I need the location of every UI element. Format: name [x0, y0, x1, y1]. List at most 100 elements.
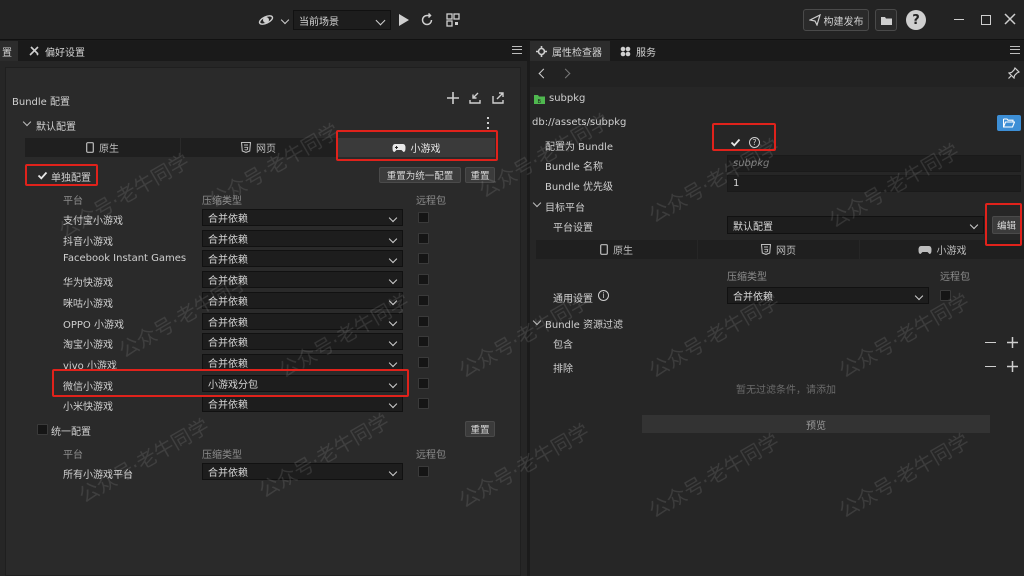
remote-checkbox[interactable]: [418, 356, 429, 368]
is-bundle-checkbox[interactable]: [730, 137, 741, 148]
tab-web-label: 网页: [256, 144, 276, 155]
include-remove-icon[interactable]: [985, 342, 996, 343]
unified-platform-header: 平台: [63, 450, 83, 461]
unified-reset-label: 重置: [470, 425, 490, 436]
compression-value: 合并依赖: [208, 214, 248, 225]
remote-checkbox[interactable]: [418, 398, 429, 410]
include-add-icon[interactable]: [1007, 337, 1018, 348]
tab-native[interactable]: 原生: [25, 138, 180, 157]
close-icon[interactable]: [1004, 13, 1016, 25]
resource-filter-label: Bundle 资源过滤: [545, 320, 623, 331]
tab-project-settings[interactable]: 置: [0, 41, 18, 61]
folder-open-icon: [1003, 118, 1015, 128]
asset-name: subpkg: [549, 93, 586, 104]
tab-preferences[interactable]: 偏好设置: [22, 41, 91, 61]
minimize-icon[interactable]: [954, 19, 964, 20]
compression-header: 压缩类型: [202, 196, 242, 207]
tab-mini-game[interactable]: 小游戏: [337, 138, 495, 157]
build-publish-button[interactable]: 构建发布: [803, 9, 869, 31]
general-compression-select[interactable]: 合并依赖: [727, 287, 929, 304]
reset-label: 重置: [470, 171, 490, 182]
remote-checkbox[interactable]: [418, 377, 429, 389]
compression-select[interactable]: 合并依赖: [202, 333, 403, 351]
table-row: 抖音小游戏 合并依赖: [6, 228, 516, 248]
individual-config-checkbox[interactable]: [37, 170, 48, 181]
priority-input[interactable]: 1: [727, 175, 1021, 192]
edit-button[interactable]: 编辑: [992, 216, 1021, 234]
right-tab-web[interactable]: 网页: [698, 240, 859, 259]
left-panel-menu-icon[interactable]: [512, 46, 522, 54]
compression-select[interactable]: 合并依赖: [202, 250, 403, 268]
collapse-target-icon[interactable]: [532, 198, 542, 208]
compression-select[interactable]: 合并依赖: [202, 209, 403, 226]
refresh-icon[interactable]: [420, 13, 434, 27]
compression-select[interactable]: 合并依赖: [202, 312, 403, 330]
unified-compression-select[interactable]: 合并依赖: [202, 463, 403, 480]
tab-native-label: 原生: [99, 144, 119, 155]
platform-settings-label: 平台设置: [553, 223, 593, 234]
scene-select[interactable]: 当前场景: [293, 10, 391, 30]
play-icon[interactable]: [398, 13, 410, 27]
scene-icon[interactable]: [258, 13, 274, 27]
is-bundle-label: 配置为 Bundle: [545, 142, 613, 153]
more-options-icon[interactable]: [487, 117, 490, 129]
compression-select[interactable]: 合并依赖: [202, 395, 403, 413]
default-config-label: 默认配置: [36, 122, 76, 133]
pin-icon[interactable]: [1008, 67, 1020, 79]
unified-reset-button[interactable]: 重置: [465, 421, 495, 437]
remote-checkbox[interactable]: [418, 336, 429, 348]
compression-select[interactable]: 合并依赖: [202, 353, 403, 371]
info-icon[interactable]: i: [598, 290, 609, 301]
tab-inspector[interactable]: 属性检查器: [530, 41, 610, 61]
exclude-add-icon[interactable]: [1007, 361, 1018, 372]
general-remote-checkbox[interactable]: [940, 290, 951, 301]
table-row: 淘宝小游戏 合并依赖: [6, 331, 516, 351]
right-tab-mini-game[interactable]: 小游戏: [860, 240, 1024, 259]
scene-select-label: 当前场景: [299, 16, 339, 28]
import-icon[interactable]: [469, 92, 481, 104]
add-icon[interactable]: [447, 92, 459, 104]
platform-name: OPPO 小游戏: [63, 319, 124, 331]
back-icon[interactable]: [538, 68, 549, 79]
svg-text:B: B: [538, 99, 542, 104]
chevron-down-icon: [969, 220, 979, 230]
remote-checkbox[interactable]: [418, 212, 429, 223]
help-circle-icon[interactable]: ?: [749, 137, 760, 148]
table-row: 咪咕小游戏 合并依赖: [6, 290, 516, 310]
platform-name: Facebook Instant Games: [63, 253, 187, 265]
reset-to-unified-button[interactable]: 重置为统一配置: [379, 167, 461, 183]
unified-remote-checkbox[interactable]: [418, 466, 429, 477]
collapse-default-config-icon[interactable]: [22, 117, 32, 127]
general-compression-value: 合并依赖: [733, 292, 773, 303]
compression-select[interactable]: 合并依赖: [202, 291, 403, 309]
preview-button[interactable]: 预览: [642, 415, 990, 433]
remote-checkbox[interactable]: [418, 274, 429, 286]
remote-checkbox[interactable]: [418, 315, 429, 327]
tab-service[interactable]: 服务: [614, 41, 662, 61]
scene-menu-chevron-icon[interactable]: [280, 15, 290, 25]
collapse-filter-icon[interactable]: [532, 316, 542, 326]
remote-checkbox[interactable]: [418, 253, 429, 265]
open-asset-folder-button[interactable]: [997, 115, 1021, 131]
right-panel-menu-icon[interactable]: [1010, 46, 1020, 54]
compression-select[interactable]: 合并依赖: [202, 271, 403, 289]
compression-value: 合并依赖: [208, 400, 248, 412]
open-folder-button[interactable]: [875, 9, 897, 31]
exclude-remove-icon[interactable]: [985, 366, 996, 367]
right-tab-native[interactable]: 原生: [536, 240, 697, 259]
remote-checkbox[interactable]: [418, 232, 429, 244]
platform-settings-select[interactable]: 默认配置: [727, 216, 984, 234]
remote-checkbox[interactable]: [418, 294, 429, 306]
tab-web[interactable]: 网页: [181, 138, 336, 157]
compression-select[interactable]: 合并依赖: [202, 229, 403, 247]
qr-code-icon[interactable]: [446, 13, 460, 27]
forward-icon[interactable]: [560, 68, 571, 79]
maximize-icon[interactable]: [981, 15, 991, 25]
bundle-name-input[interactable]: subpkg: [727, 155, 1021, 172]
export-icon[interactable]: [492, 92, 504, 104]
unified-config-checkbox[interactable]: [37, 424, 48, 435]
compression-select[interactable]: 小游戏分包: [202, 374, 403, 392]
priority-value: 1: [733, 178, 740, 189]
reset-button[interactable]: 重置: [465, 167, 495, 183]
help-button[interactable]: ?: [906, 10, 926, 30]
